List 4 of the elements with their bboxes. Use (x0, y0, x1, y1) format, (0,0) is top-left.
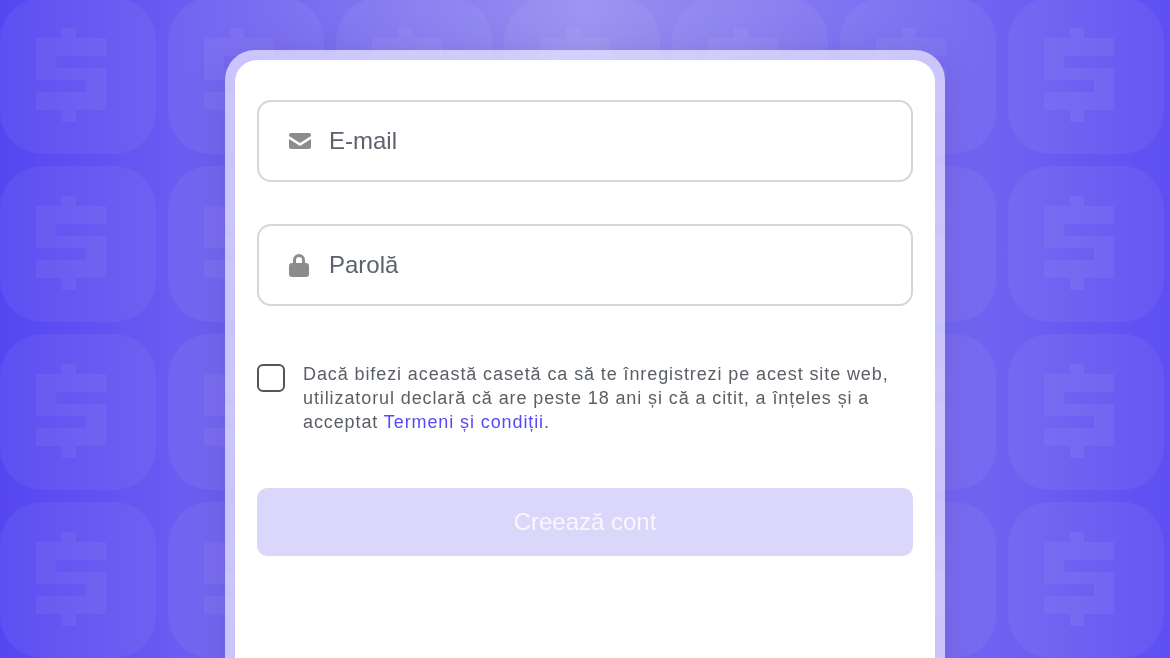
checkbox[interactable] (257, 364, 285, 392)
terms-link[interactable]: Termeni și condiții (383, 412, 544, 432)
password-field[interactable]: Parolă (257, 224, 913, 306)
consent-text: Dacă bifezi această casetă ca să te înregistrezi pe acest site web, utilizatorul declară că are peste 18 ani și că a citit, a înțeles și a acceptat Termeni și condiții. (303, 363, 890, 434)
